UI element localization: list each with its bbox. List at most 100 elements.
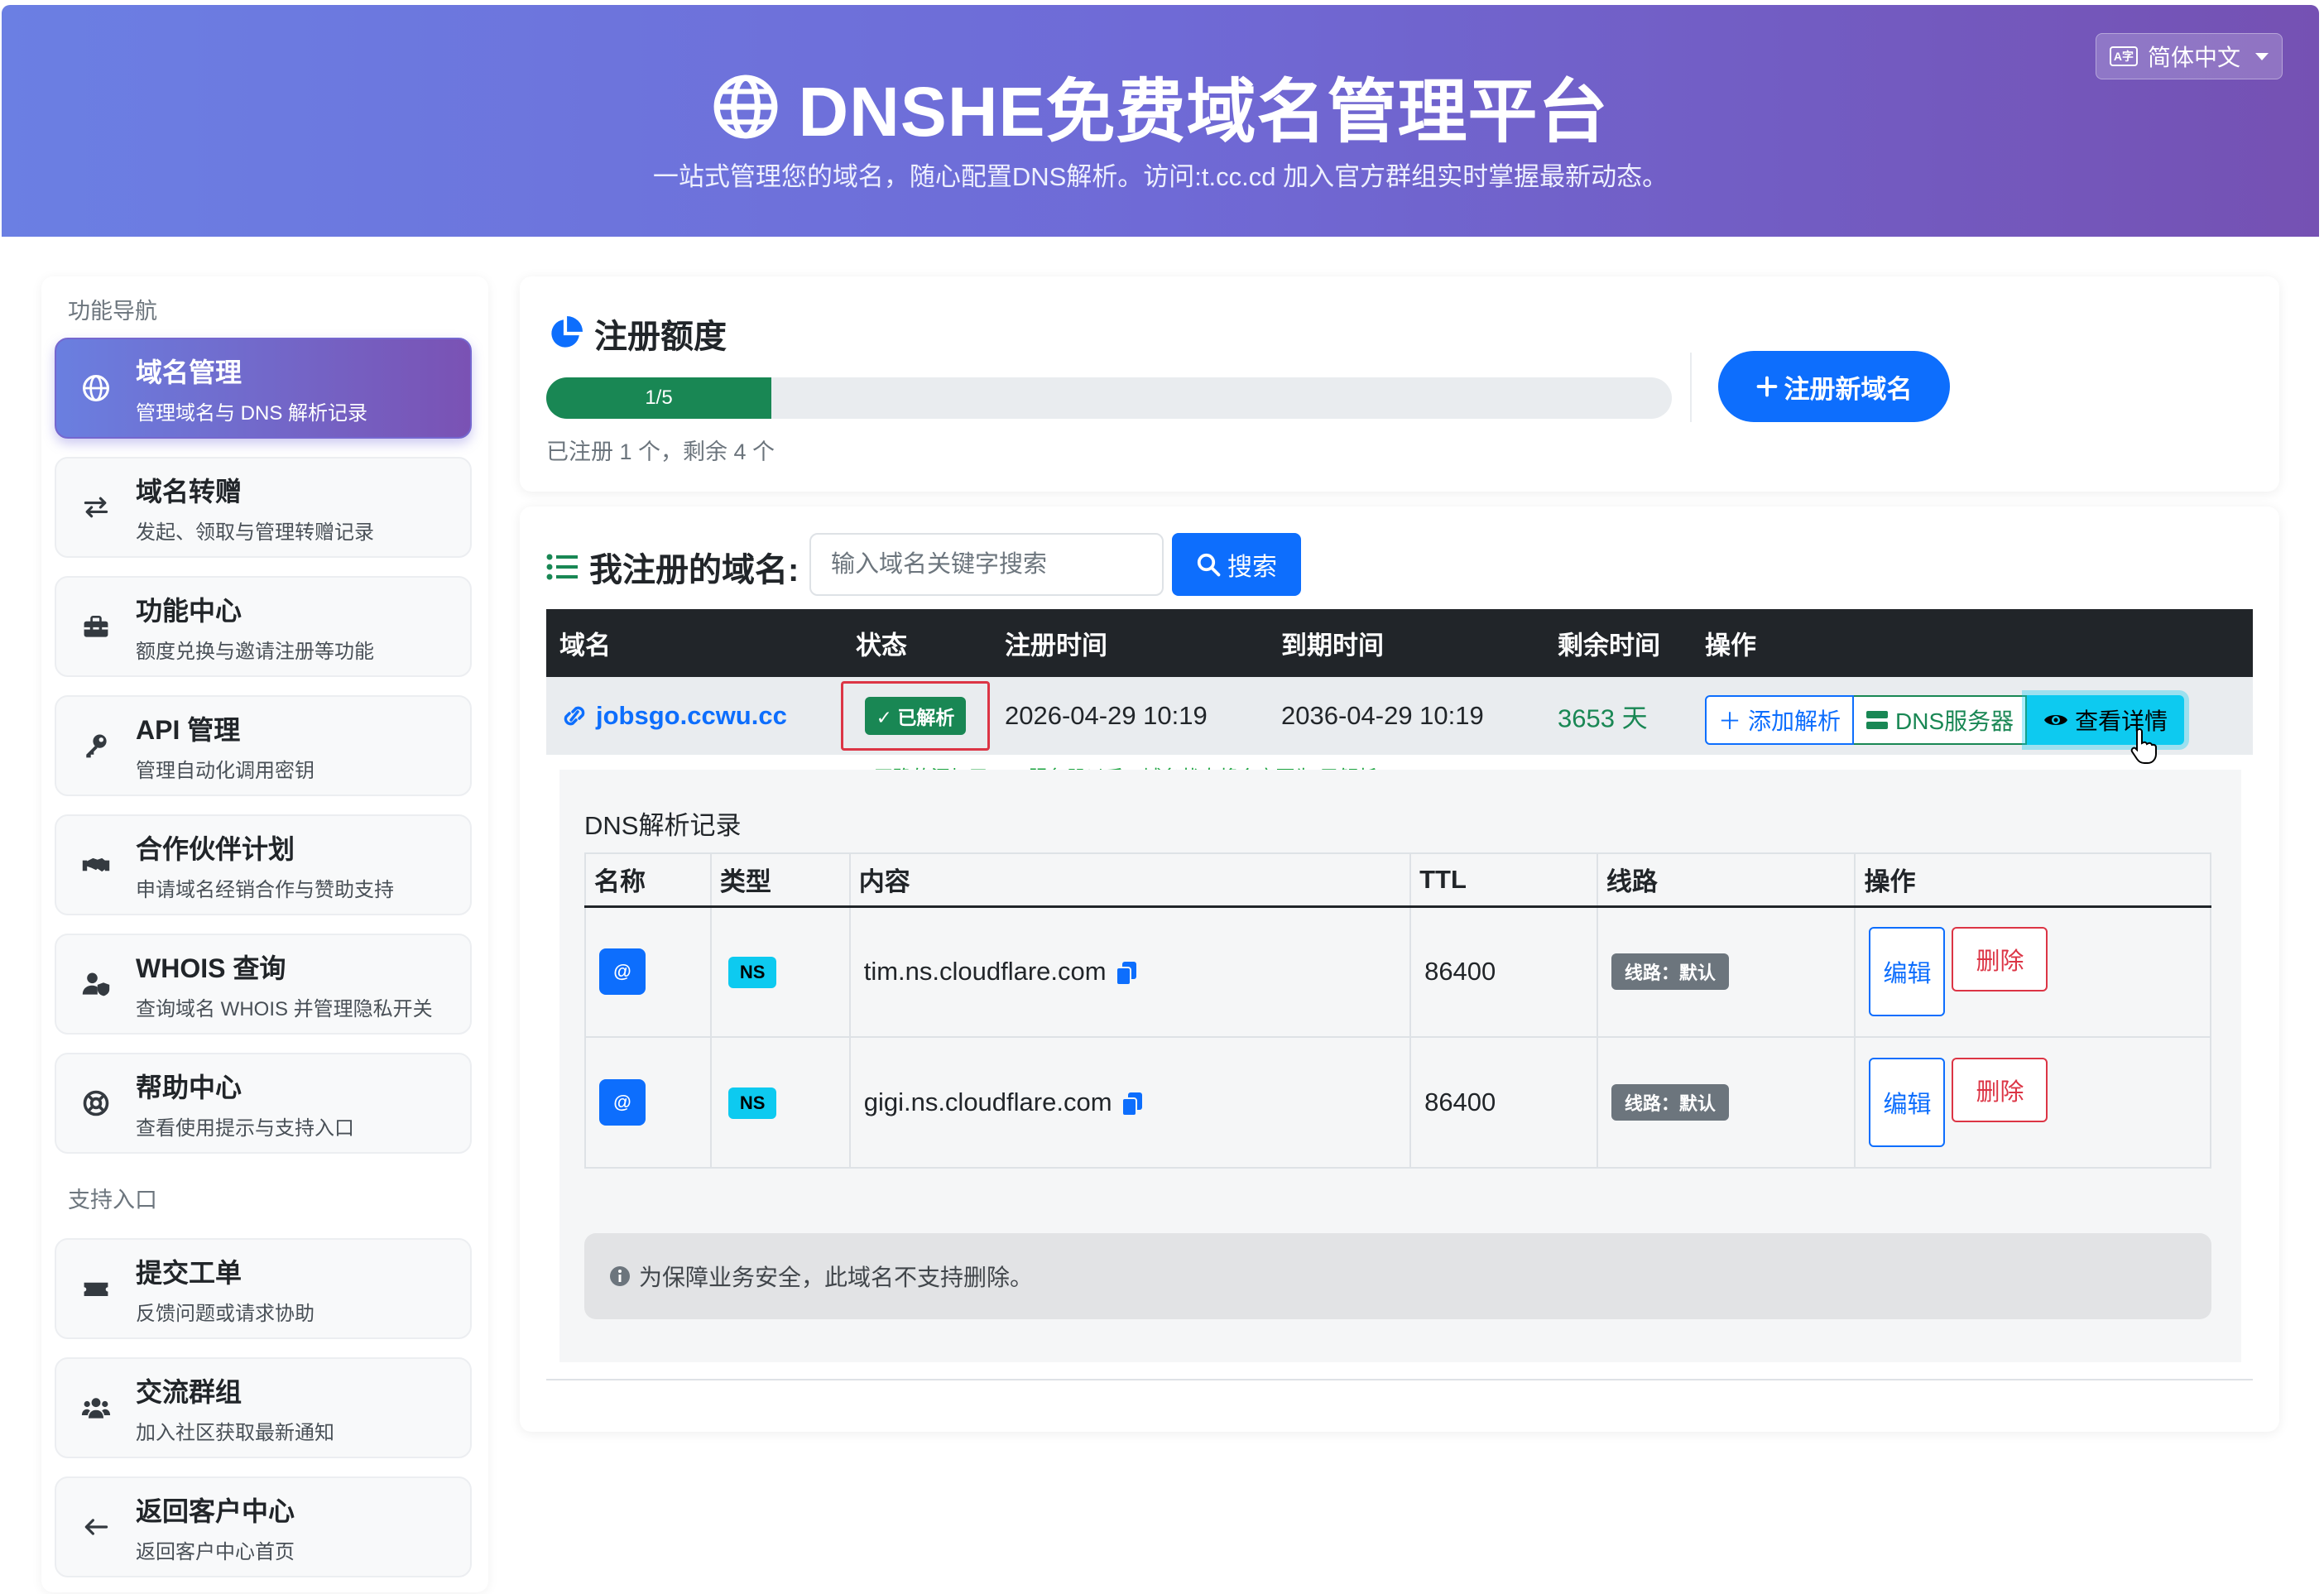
- sidebar-item-label: 返回客户中心: [136, 1496, 295, 1526]
- sidebar-item-back-client-center[interactable]: 返回客户中心返回客户中心首页: [55, 1476, 472, 1577]
- table-row: @ NS gigi.ns.cloudflare.com 86400 线路：默认 …: [584, 1036, 2211, 1169]
- record-name-badge: @: [599, 1079, 646, 1126]
- sidebar-item-help-center[interactable]: 帮助中心 查看使用提示与支持入口: [55, 1053, 472, 1154]
- copy-icon[interactable]: [1115, 961, 1138, 987]
- domains-title-text: 我注册的域名:: [589, 552, 799, 588]
- sidebar-item-whois[interactable]: WHOIS 查询 查询域名 WHOIS 并管理隐私开关: [55, 934, 472, 1035]
- column-header: 域名: [559, 631, 611, 660]
- domains-card: 我注册的域名: 搜索 域名 状态 注册时间 到期时间 剩余时间 操作 jobsg…: [520, 507, 2279, 1432]
- sidebar-item-label: 域名转赠: [136, 476, 242, 507]
- register-domain-label: 注册新域名: [1784, 374, 1913, 404]
- plus-icon: ＋: [1718, 708, 1742, 734]
- domains-table-header: 域名 状态 注册时间 到期时间 剩余时间 操作: [546, 609, 2253, 677]
- sidebar-item-label: 域名管理: [136, 357, 242, 387]
- record-content: tim.ns.cloudflare.com: [863, 957, 1107, 987]
- users-icon: [81, 1398, 111, 1419]
- column-header: 类型: [709, 852, 851, 908]
- sidebar-item-desc: 返回客户中心首页: [136, 1540, 295, 1563]
- column-header: 操作: [1705, 631, 1756, 660]
- quota-summary: 已注册 1 个，剩余 4 个: [546, 439, 775, 464]
- sidebar-item-desc: 申请域名经销合作与赞助支持: [136, 878, 394, 901]
- add-record-button[interactable]: ＋添加解析: [1705, 695, 1855, 745]
- domain-link[interactable]: jobsgo.ccwu.cc: [559, 701, 787, 731]
- record-line-badge: 线路：默认: [1611, 1084, 1729, 1121]
- sidebar-item-label: 帮助中心: [136, 1072, 242, 1102]
- sidebar-item-label: 合作伙伴计划: [136, 833, 295, 864]
- status-text: 已解析: [897, 707, 955, 728]
- sidebar-section-support: 支持入口: [68, 1188, 157, 1212]
- notice-alert: 为保障业务安全，此域名不支持删除。: [584, 1233, 2211, 1319]
- sidebar-item-api-management[interactable]: API 管理 管理自动化调用密钥: [55, 695, 472, 796]
- user-shield-icon: [82, 972, 110, 996]
- edit-record-button[interactable]: 编辑: [1869, 927, 1946, 1017]
- delete-record-button[interactable]: 删除: [1952, 1058, 2048, 1122]
- sidebar-item-partner-program[interactable]: 合作伙伴计划申请域名经销合作与赞助支持: [55, 814, 472, 915]
- registered-time: 2026-04-29 10:19: [1005, 701, 1208, 730]
- page-title-text: DNSHE免费域名管理平台: [798, 73, 1609, 151]
- sidebar-item-domain-management[interactable]: 域名管理管理域名与 DNS 解析记录: [55, 338, 472, 439]
- sidebar-item-feature-center[interactable]: 功能中心额度兑换与邀请注册等功能: [55, 576, 472, 677]
- toolbox-icon: [84, 615, 108, 637]
- edit-record-button[interactable]: 编辑: [1869, 1058, 1946, 1147]
- sidebar-item-community[interactable]: 交流群组 加入社区获取最新通知: [55, 1357, 472, 1458]
- search-icon: [1197, 553, 1221, 577]
- search-button[interactable]: 搜索: [1172, 533, 1301, 596]
- record-type-badge: NS: [727, 1087, 777, 1119]
- exchange-icon: [84, 497, 108, 518]
- expiry-time: 2036-04-29 10:19: [1281, 701, 1484, 730]
- add-record-label: 添加解析: [1748, 708, 1841, 734]
- domain-search-input[interactable]: [809, 533, 1164, 596]
- page-header: DNSHE免费域名管理平台 一站式管理您的域名，随心配置DNS解析。访问:t.c…: [2, 5, 2319, 237]
- globe-icon: [83, 375, 109, 401]
- language-selector[interactable]: A字 简体中文: [2096, 33, 2283, 79]
- hand-cursor-icon: [2130, 728, 2157, 764]
- lifebuoy-icon: [83, 1090, 109, 1116]
- register-domain-button[interactable]: 注册新域名: [1718, 351, 1950, 422]
- language-icon: A字: [2109, 46, 2138, 66]
- sidebar-item-label: 功能中心: [136, 595, 242, 626]
- eye-icon: [2044, 715, 2068, 725]
- sidebar-item-desc: 管理域名与 DNS 解析记录: [136, 401, 368, 425]
- dns-records-table: 名称 类型 内容 TTL 线路 操作 @ NS tim.ns.cloudflar…: [584, 852, 2211, 1169]
- sidebar-item-domain-transfer[interactable]: 域名转赠发起、领取与管理转赠记录: [55, 457, 472, 558]
- sidebar: 功能导航 域名管理 管理域名与 DNS 解析记录 域名转赠 发起、领取与管理转赠记录…: [41, 276, 488, 1592]
- column-header: 内容: [848, 852, 1412, 908]
- sidebar-item-label: WHOIS 查询: [136, 953, 286, 983]
- view-details-button[interactable]: 查看详情: [2027, 695, 2185, 745]
- quota-card: 注册额度 1/5 已注册 1 个，剩余 4 个 注册新域名: [520, 276, 2279, 492]
- handshake-icon: [82, 857, 110, 872]
- quota-title-text: 注册额度: [594, 319, 727, 355]
- remaining-time: 3653 天: [1558, 703, 1648, 733]
- list-icon: [546, 554, 578, 580]
- delete-record-button[interactable]: 删除: [1952, 927, 2048, 992]
- sidebar-item-desc: 发起、领取与管理转赠记录: [136, 521, 374, 544]
- sidebar-item-desc: 管理自动化调用密钥: [136, 759, 315, 782]
- record-ttl: 86400: [1409, 1036, 1598, 1169]
- sidebar-item-desc: 反馈问题或请求协助: [136, 1302, 315, 1325]
- record-ttl: 86400: [1409, 905, 1598, 1038]
- domains-title: 我注册的域名:: [546, 543, 799, 591]
- sidebar-item-submit-ticket[interactable]: 提交工单 反馈问题或请求协助: [55, 1238, 472, 1339]
- dns-records-panel: DNS解析记录 名称 类型 内容 TTL 线路 操作 @ NS tim.ns.c…: [559, 770, 2241, 1362]
- column-header: TTL: [1409, 852, 1598, 908]
- globe-icon: [714, 74, 778, 138]
- sidebar-item-desc: 额度兑换与邀请注册等功能: [136, 640, 374, 663]
- record-name-badge: @: [599, 948, 646, 996]
- ticket-icon: [84, 1282, 108, 1296]
- status-highlight: ✓ 已解析: [841, 681, 990, 751]
- status-badge: ✓ 已解析: [864, 697, 967, 735]
- record-type-badge: NS: [727, 957, 777, 989]
- copy-icon[interactable]: [1121, 1092, 1144, 1116]
- column-header: 注册时间: [1005, 631, 1107, 660]
- table-row: jobsgo.ccwu.cc ✓ 已解析 2026-04-29 10:19 20…: [546, 677, 2253, 755]
- sidebar-item-label: 交流群组: [136, 1376, 242, 1407]
- table-row: @ NS tim.ns.cloudflare.com 86400 线路：默认 编…: [584, 905, 2211, 1038]
- info-icon: [610, 1266, 630, 1286]
- quota-progress-bar: 1/5: [546, 377, 771, 419]
- arrow-left-icon: [84, 1519, 108, 1535]
- dns-records-title: DNS解析记录: [584, 811, 742, 840]
- language-label: 简体中文: [2147, 45, 2240, 70]
- pie-chart-icon: [551, 316, 583, 348]
- dns-servers-label: DNS服务器: [1895, 708, 2014, 734]
- dns-servers-button[interactable]: DNS服务器: [1854, 695, 2028, 745]
